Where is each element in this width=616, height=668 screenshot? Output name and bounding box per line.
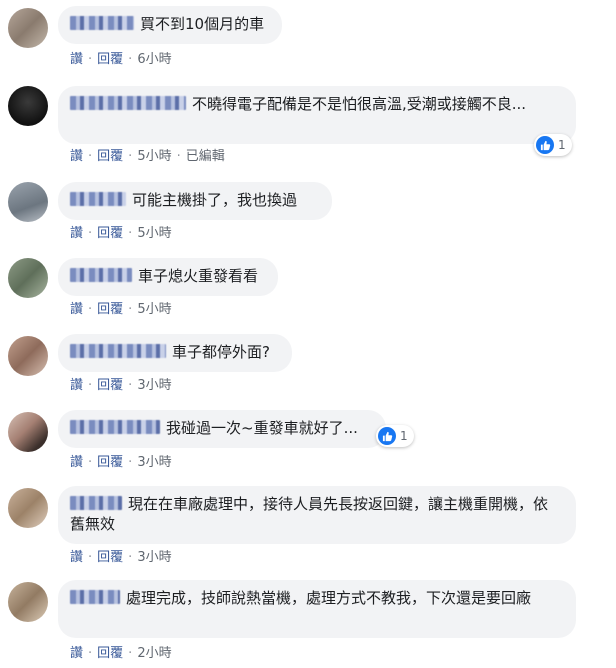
author-name[interactable] [70,192,126,206]
reply-button[interactable]: 回覆 [97,226,123,241]
reaction-number: 1 [400,429,408,443]
avatar[interactable] [8,8,48,48]
comment-text: 車子都停外面? [172,343,270,361]
comment-actions: 讚 · 回覆 · 3小時 [70,550,172,565]
reaction-number: 1 [558,138,566,152]
timestamp[interactable]: 3小時 [137,455,171,470]
reply-button[interactable]: 回覆 [97,149,123,164]
like-button[interactable]: 讚 [70,302,83,317]
reaction-count[interactable]: 1 [534,134,572,156]
reply-button[interactable]: 回覆 [97,378,123,393]
avatar[interactable] [8,336,48,376]
author-name[interactable] [70,16,134,30]
avatar[interactable] [8,182,48,222]
timestamp[interactable]: 3小時 [137,378,171,393]
comment-actions: 讚 · 回覆 · 3小時 [70,455,172,470]
like-button[interactable]: 讚 [70,149,83,164]
author-name[interactable] [70,420,160,434]
like-button[interactable]: 讚 [70,378,83,393]
comment-text: 處理完成，技師說熱當機，處理方式不教我，下次還是要回廠 [126,589,532,607]
comment-text: 現在在車廠處理中，接待人員先長按返回鍵，讓主機重開機，依舊無效 [70,495,549,533]
avatar[interactable] [8,412,48,452]
thumbs-up-icon [536,136,554,154]
like-button[interactable]: 讚 [70,226,83,241]
comment-actions: 讚 · 回覆 · 3小時 [70,378,172,393]
edited-label[interactable]: 已編輯 [186,149,225,164]
comment-bubble: 可能主機掛了，我也換過 [58,182,332,220]
author-name[interactable] [70,96,186,110]
comment-actions: 讚 · 回覆 · 2小時 [70,646,172,661]
avatar[interactable] [8,488,48,528]
timestamp[interactable]: 5小時 [137,226,171,241]
comment-text: 買不到10個月的車 [140,15,265,33]
comment-bubble: 我碰過一次~重發車就好了... [58,410,386,448]
comment-text: 我碰過一次~重發車就好了... [166,419,358,437]
comment-bubble: 不曉得電子配備是不是怕很高溫,受潮或接觸不良... [58,86,576,144]
author-name[interactable] [70,590,120,604]
avatar[interactable] [8,258,48,298]
author-name[interactable] [70,268,132,282]
like-button[interactable]: 讚 [70,646,83,661]
timestamp[interactable]: 6小時 [137,52,171,67]
author-name[interactable] [70,344,166,358]
comment-bubble: 車子熄火重發看看 [58,258,278,296]
thumbs-up-icon [378,427,396,445]
timestamp[interactable]: 5小時 [137,302,171,317]
avatar[interactable] [8,582,48,622]
reaction-count[interactable]: 1 [376,425,414,447]
reply-button[interactable]: 回覆 [97,302,123,317]
like-button[interactable]: 讚 [70,550,83,565]
reply-button[interactable]: 回覆 [97,646,123,661]
timestamp[interactable]: 3小時 [137,550,171,565]
timestamp[interactable]: 5小時 [137,149,171,164]
comment-text: 車子熄火重發看看 [138,267,259,285]
comment-actions: 讚 · 回覆 · 5小時 [70,226,172,241]
comment-bubble: 處理完成，技師說熱當機，處理方式不教我，下次還是要回廠 [58,580,576,638]
reply-button[interactable]: 回覆 [97,550,123,565]
like-button[interactable]: 讚 [70,52,83,67]
comment-text: 不曉得電子配備是不是怕很高溫,受潮或接觸不良... [192,95,527,113]
comment-bubble: 買不到10個月的車 [58,6,282,44]
author-name[interactable] [70,496,122,510]
comment-actions: 讚 · 回覆 · 5小時 · 已編輯 [70,149,225,164]
like-button[interactable]: 讚 [70,455,83,470]
comment-bubble: 車子都停外面? [58,334,292,372]
comment-actions: 讚 · 回覆 · 5小時 [70,302,172,317]
reply-button[interactable]: 回覆 [97,455,123,470]
comment-text: 可能主機掛了，我也換過 [132,191,298,209]
comment-actions: 讚 · 回覆 · 6小時 [70,52,172,67]
timestamp[interactable]: 2小時 [137,646,171,661]
avatar[interactable] [8,86,48,126]
comment-bubble: 現在在車廠處理中，接待人員先長按返回鍵，讓主機重開機，依舊無效 [58,486,576,544]
reply-button[interactable]: 回覆 [97,52,123,67]
